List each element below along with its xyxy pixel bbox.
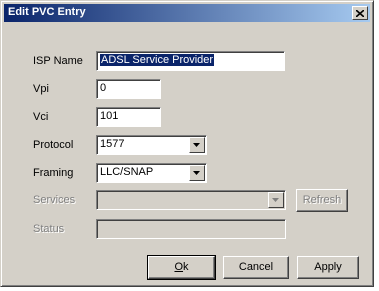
chevron-down-icon [193, 171, 200, 175]
services-label: Services [33, 194, 76, 206]
vpi-label: Vpi [33, 83, 49, 95]
isp-name-input[interactable]: ADSL Service Provider [96, 51, 285, 71]
protocol-value: 1577 [100, 138, 125, 150]
protocol-label: Protocol [33, 139, 74, 151]
cancel-button[interactable]: Cancel [223, 256, 289, 279]
ok-mnemonic: O [174, 261, 184, 273]
vci-label: Vci [33, 111, 49, 123]
chevron-down-icon [272, 198, 279, 202]
apply-button[interactable]: Apply [297, 256, 359, 279]
vci-input[interactable]: 101 [96, 107, 161, 127]
vpi-value: 0 [100, 82, 107, 94]
chevron-down-icon [193, 143, 200, 147]
services-dropdown-button [268, 192, 284, 208]
vci-value: 101 [100, 110, 119, 122]
edit-pvc-dialog: Edit PVC Entry ISP Name ADSL Service Pro… [0, 0, 374, 287]
close-button[interactable] [352, 6, 368, 20]
ok-label-rest: k [183, 261, 189, 273]
close-icon [356, 9, 364, 17]
protocol-dropdown-button[interactable] [189, 137, 205, 153]
services-select [96, 190, 286, 210]
window-title: Edit PVC Entry [8, 6, 86, 18]
isp-name-value: ADSL Service Provider [100, 54, 215, 66]
vpi-input[interactable]: 0 [96, 79, 161, 99]
ok-button[interactable]: Ok [147, 255, 216, 280]
status-label: Status [33, 223, 65, 235]
protocol-select[interactable]: 1577 [96, 135, 207, 155]
status-field [96, 219, 286, 239]
framing-label: Framing [33, 167, 74, 179]
framing-dropdown-button[interactable] [189, 165, 205, 181]
refresh-button: Refresh [296, 189, 348, 212]
title-bar[interactable]: Edit PVC Entry [4, 4, 370, 22]
framing-select[interactable]: LLC/SNAP [96, 163, 207, 183]
isp-name-label: ISP Name [33, 55, 83, 67]
framing-value: LLC/SNAP [100, 166, 154, 178]
